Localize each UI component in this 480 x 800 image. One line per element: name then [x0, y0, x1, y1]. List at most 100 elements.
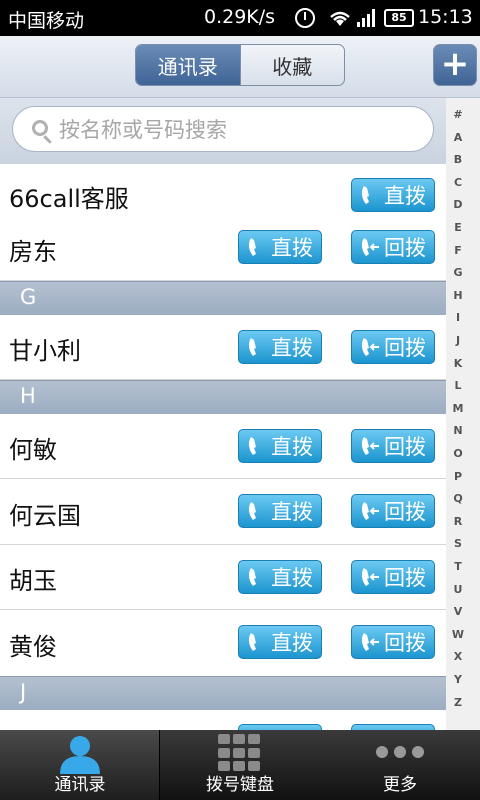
- callback-button[interactable]: 回拨: [351, 625, 435, 659]
- direct-call-label: 直拨: [271, 336, 313, 360]
- list-item[interactable]: 66call客服 直拨: [0, 164, 446, 224]
- index-letter[interactable]: Z: [446, 696, 470, 709]
- contact-name: 胡玉: [9, 567, 57, 595]
- callback-button[interactable]: 回拨: [351, 330, 435, 364]
- section-letter: H: [20, 384, 36, 408]
- index-letter[interactable]: K: [446, 357, 470, 370]
- direct-call-label: 直拨: [271, 500, 313, 524]
- add-contact-button[interactable]: +: [433, 44, 477, 86]
- direct-call-button[interactable]: 直拨: [238, 429, 322, 463]
- search-box[interactable]: [12, 106, 434, 152]
- index-letter[interactable]: M: [446, 402, 470, 415]
- section-letter: J: [20, 680, 27, 704]
- index-letter[interactable]: W: [446, 628, 470, 641]
- nav-more[interactable]: 更多: [320, 730, 480, 800]
- keypad-icon: [218, 734, 262, 772]
- network-speed: 0.29K/s: [204, 6, 276, 28]
- contact-name: 甘小利: [9, 337, 81, 365]
- callback-button[interactable]: 回拨: [351, 429, 435, 463]
- carrier-name: 中国移动: [8, 10, 85, 32]
- contact-name: 黄俊: [9, 633, 57, 661]
- index-letter[interactable]: I: [446, 311, 470, 324]
- callback-label: 回拨: [384, 236, 426, 260]
- direct-call-button[interactable]: 直拨: [238, 494, 322, 528]
- index-letter[interactable]: F: [446, 244, 470, 257]
- nav-contacts[interactable]: 通讯录: [0, 730, 160, 800]
- contact-name: 何敏: [9, 436, 57, 464]
- index-letter[interactable]: #: [446, 108, 470, 121]
- list-item[interactable]: 胡玉 直拨 回拨: [0, 545, 446, 610]
- index-letter[interactable]: P: [446, 470, 470, 483]
- index-letter[interactable]: R: [446, 515, 470, 528]
- person-icon: [60, 736, 100, 774]
- alphabet-index-bar[interactable]: # A B C D E F G H I J K L M N O P Q R S T U V W X Y Z: [446, 98, 480, 730]
- index-letter[interactable]: N: [446, 424, 470, 437]
- direct-call-button[interactable]: 直拨: [238, 560, 322, 594]
- list-item[interactable]: 何敏 直拨 回拨: [0, 414, 446, 479]
- phone-icon: [248, 338, 256, 356]
- callback-label: 回拨: [384, 336, 426, 360]
- callback-phone-icon: [361, 568, 379, 586]
- tab-favorites[interactable]: 收藏: [241, 45, 345, 85]
- index-letter[interactable]: E: [446, 221, 470, 234]
- index-letter[interactable]: Y: [446, 673, 470, 686]
- phone-icon: [248, 437, 256, 455]
- index-letter[interactable]: H: [446, 289, 470, 302]
- index-letter[interactable]: O: [446, 447, 470, 460]
- search-input[interactable]: [59, 115, 419, 145]
- index-letter[interactable]: S: [446, 537, 470, 550]
- nav-dialpad-label: 拨号键盘: [206, 775, 274, 795]
- contact-name: 何云国: [9, 502, 81, 530]
- callback-button[interactable]: 回拨: [351, 560, 435, 594]
- list-item[interactable]: 何云国 直拨 回拨: [0, 479, 446, 545]
- callback-button[interactable]: 回拨: [351, 494, 435, 528]
- bottom-navigation: 通讯录 拨号键盘 更多: [0, 730, 480, 800]
- contact-list[interactable]: 66call客服 直拨 房东 直拨 回拨 G 甘小利 直拨 回拨 H 何敏 直拨…: [0, 164, 446, 730]
- index-letter[interactable]: C: [446, 176, 470, 189]
- phone-icon: [248, 502, 256, 520]
- nav-more-label: 更多: [383, 775, 417, 795]
- phone-icon: [248, 568, 256, 586]
- callback-label: 回拨: [384, 566, 426, 590]
- index-letter[interactable]: T: [446, 560, 470, 573]
- index-letter[interactable]: V: [446, 605, 470, 618]
- index-letter[interactable]: D: [446, 198, 470, 211]
- callback-label: 回拨: [384, 631, 426, 655]
- direct-call-label: 直拨: [271, 435, 313, 459]
- index-letter[interactable]: A: [446, 131, 470, 144]
- list-item[interactable]: 甘小利 直拨 回拨: [0, 315, 446, 380]
- callback-button[interactable]: 回拨: [351, 230, 435, 264]
- index-letter[interactable]: Q: [446, 492, 470, 505]
- direct-call-label: 直拨: [384, 184, 426, 208]
- section-header: H: [0, 380, 446, 414]
- nav-dialpad[interactable]: 拨号键盘: [160, 730, 320, 800]
- direct-call-button[interactable]: 直拨: [238, 330, 322, 364]
- status-bar: 中国移动 0.29K/s 85 15:13: [0, 0, 480, 36]
- segment-control: 通讯录 收藏: [135, 44, 345, 86]
- tab-contacts[interactable]: 通讯录: [136, 45, 241, 85]
- index-letter[interactable]: X: [446, 650, 470, 663]
- wifi-icon: [330, 11, 350, 26]
- list-item[interactable]: 黄俊 直拨 回拨: [0, 610, 446, 676]
- callback-phone-icon: [361, 437, 379, 455]
- index-letter[interactable]: L: [446, 379, 470, 392]
- index-letter[interactable]: J: [446, 334, 470, 347]
- index-letter[interactable]: B: [446, 153, 470, 166]
- direct-call-button[interactable]: 直拨: [238, 230, 322, 264]
- list-item[interactable]: 房东 直拨 回拨: [0, 224, 446, 281]
- contact-name: 房东: [9, 238, 57, 266]
- direct-call-button[interactable]: 直拨: [238, 625, 322, 659]
- callback-phone-icon: [361, 502, 379, 520]
- list-item[interactable]: [0, 710, 446, 730]
- phone-icon: [248, 238, 256, 256]
- index-letter[interactable]: G: [446, 266, 470, 279]
- search-area: [0, 98, 480, 164]
- contact-name: 66call客服: [9, 185, 129, 213]
- direct-call-button[interactable]: 直拨: [351, 178, 435, 212]
- callback-phone-icon: [361, 338, 379, 356]
- index-letter[interactable]: U: [446, 583, 470, 596]
- section-letter: G: [20, 285, 37, 309]
- more-icon: [376, 746, 424, 758]
- alarm-icon: [295, 8, 315, 28]
- top-header: 通讯录 收藏 +: [0, 36, 480, 98]
